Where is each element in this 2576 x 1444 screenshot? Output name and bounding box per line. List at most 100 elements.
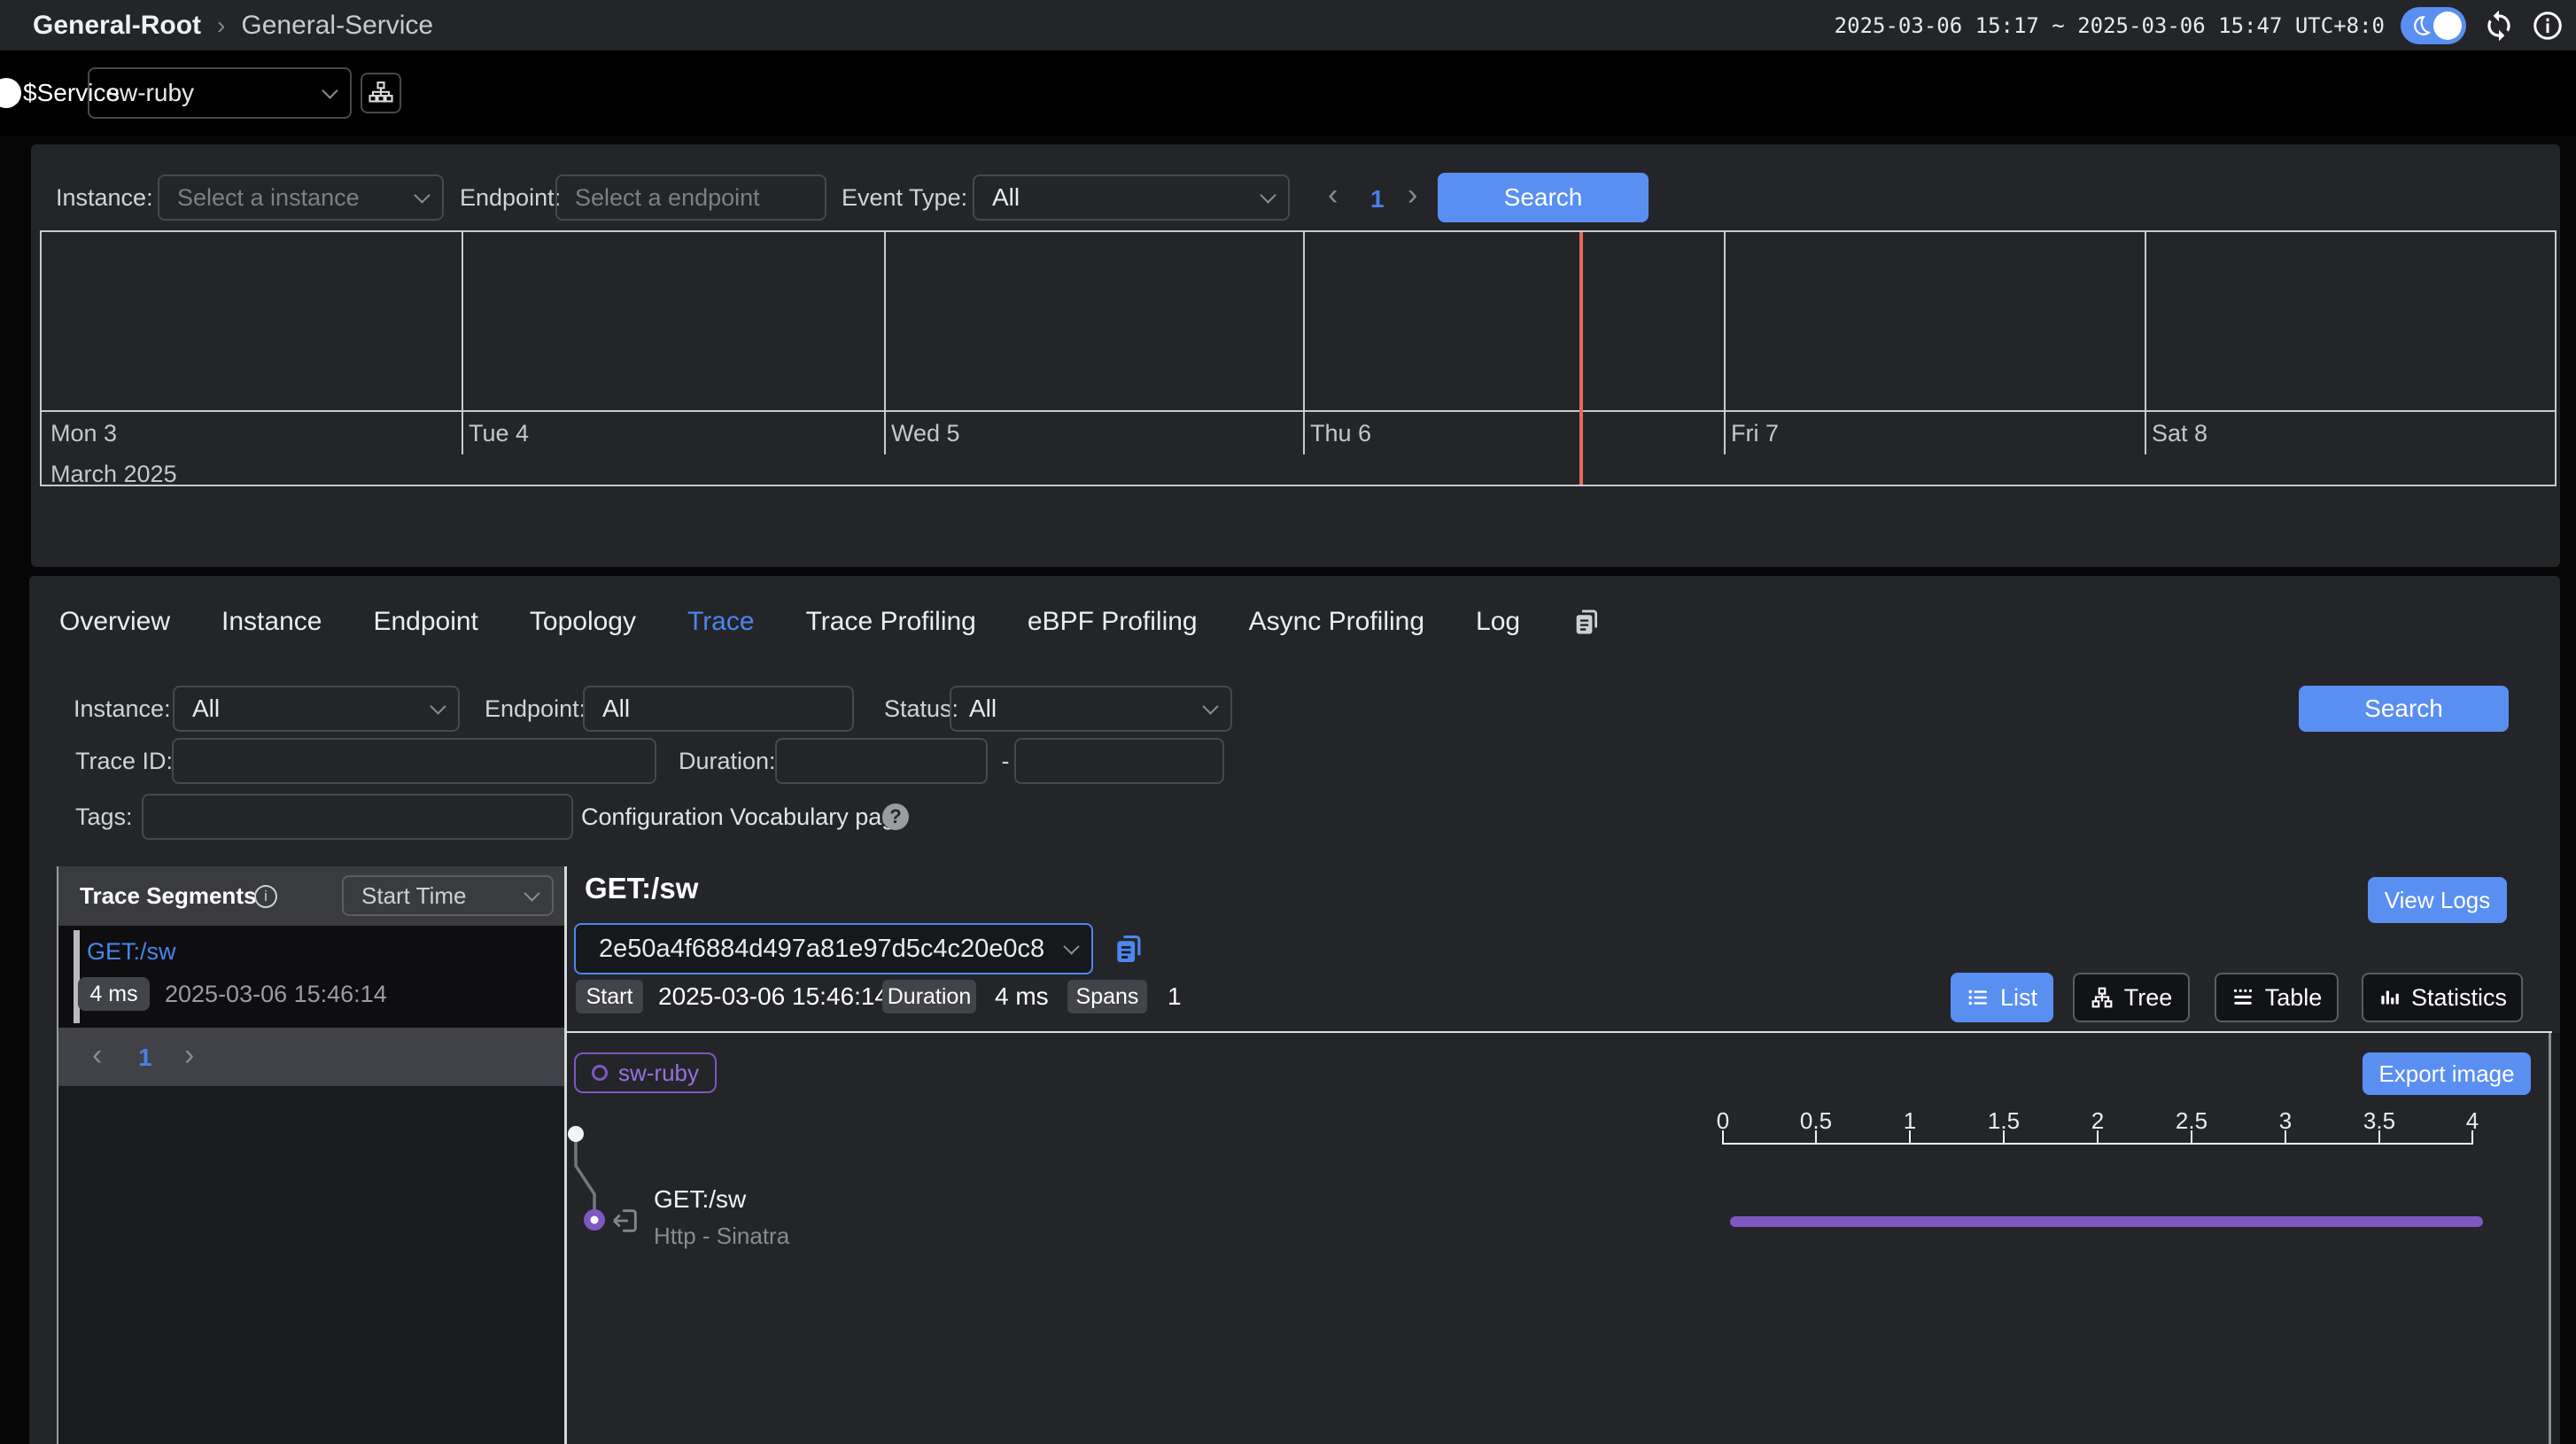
segments-prev-page-button[interactable]: ‹ — [92, 1040, 102, 1070]
question-icon[interactable]: ? — [882, 804, 909, 830]
legend-circle-icon — [592, 1065, 608, 1081]
trace-segments-header: Trace Segments i Start Time — [58, 866, 564, 926]
topology-button[interactable] — [361, 73, 401, 113]
segments-next-page-button[interactable]: › — [184, 1040, 194, 1070]
chevron-down-icon — [414, 187, 430, 203]
axis-tick-label: 0 — [1696, 1107, 1750, 1135]
filter-trace-id-input[interactable] — [172, 738, 656, 784]
event-type-label: Event Type: — [842, 175, 967, 221]
breadcrumb-current[interactable]: General-Service — [241, 11, 433, 41]
view-tree-button[interactable]: Tree — [2073, 973, 2190, 1022]
event-search-button[interactable]: Search — [1438, 173, 1649, 222]
duration-value: 4 ms — [995, 980, 1049, 1013]
trace-id-select[interactable]: 2e50a4f6884d497a81e97d5c4c20e0c8 — [574, 923, 1093, 974]
timeline-gridline — [1303, 232, 1305, 454]
tab-instance[interactable]: Instance — [221, 607, 322, 637]
legend-service-name: sw-ruby — [618, 1060, 699, 1087]
filter-status-select[interactable]: All — [950, 686, 1232, 732]
segments-empty-area — [58, 1086, 564, 1444]
tab-endpoint[interactable]: Endpoint — [373, 607, 477, 637]
current-time-marker — [1579, 232, 1583, 485]
view-list-label: List — [2000, 984, 2037, 1012]
time-range-picker[interactable]: 2025-03-06 15:17 ~ 2025-03-06 15:47 UTC+… — [1835, 13, 2385, 38]
tab-async-profiling[interactable]: Async Profiling — [1249, 607, 1424, 637]
breadcrumb-root[interactable]: General-Root — [33, 11, 201, 41]
tab-log[interactable]: Log — [1476, 607, 1520, 637]
timeline-day-label: Sat 8 — [2152, 420, 2207, 447]
event-instance-label: Instance: — [56, 175, 153, 221]
filter-duration-max-input[interactable] — [1014, 738, 1224, 784]
filter-instance-select[interactable]: All — [173, 686, 460, 732]
event-type-value: All — [992, 183, 1020, 212]
segment-name[interactable]: GET:/sw — [87, 938, 176, 966]
duration-badge: Duration — [882, 980, 976, 1013]
info-icon[interactable] — [2532, 10, 2564, 42]
tab-trace[interactable]: Trace — [687, 607, 755, 637]
event-instance-placeholder: Select a instance — [177, 184, 360, 212]
copy-trace-id-icon[interactable] — [1112, 932, 1145, 966]
dark-mode-toggle[interactable] — [2401, 7, 2466, 44]
service-select[interactable]: sw-ruby — [88, 67, 352, 119]
tab-ebpf-profiling[interactable]: eBPF Profiling — [1028, 607, 1198, 637]
filter-instance-label: Instance: — [74, 686, 171, 732]
span-duration-bar[interactable] — [1730, 1216, 2483, 1227]
view-table-label: Table — [2265, 984, 2323, 1012]
event-endpoint-field — [555, 175, 826, 221]
segment-start-time: 2025-03-06 15:46:14 — [165, 981, 387, 1008]
segments-page-number[interactable]: 1 — [138, 1044, 152, 1072]
filter-duration-label: Duration: — [679, 738, 776, 784]
span-name[interactable]: GET:/sw — [654, 1185, 746, 1214]
filter-trace-id-field — [172, 738, 656, 784]
filter-endpoint-input[interactable] — [583, 686, 854, 732]
chevron-down-icon — [524, 885, 539, 901]
event-instance-select[interactable]: Select a instance — [158, 175, 444, 221]
segments-pagination: ‹ 1 › — [58, 1028, 564, 1086]
axis-tick-label: 3 — [2259, 1107, 2312, 1135]
filter-status-label: Status: — [884, 686, 958, 732]
tab-trace-profiling[interactable]: Trace Profiling — [806, 607, 976, 637]
timeline-gridline — [2145, 232, 2146, 454]
filter-tags-input[interactable] — [142, 794, 573, 840]
event-endpoint-input[interactable] — [555, 175, 826, 221]
trace-title: GET:/sw — [585, 872, 698, 905]
view-table-button[interactable]: Table — [2215, 973, 2339, 1022]
trace-segment-item[interactable]: GET:/sw 4 ms 2025-03-06 15:46:14 — [58, 926, 564, 1028]
tree-icon — [2091, 986, 2114, 1009]
view-list-button[interactable]: List — [1951, 973, 2053, 1022]
filter-duration-min-input[interactable] — [775, 738, 988, 784]
toggle-knob — [2433, 12, 2462, 40]
chevron-down-icon — [430, 698, 446, 714]
segments-sort-select[interactable]: Start Time — [342, 875, 554, 916]
filter-tags-field — [142, 794, 573, 840]
timeline-day-label: Mon 3 — [50, 420, 117, 447]
timeline-gridline — [884, 232, 886, 454]
trace-segments-title: Trace Segments — [80, 866, 256, 926]
refresh-icon[interactable] — [2482, 9, 2516, 43]
copy-pages-icon[interactable] — [1571, 607, 1602, 637]
view-logs-button[interactable]: View Logs — [2368, 877, 2507, 923]
event-page-number[interactable]: 1 — [1370, 185, 1385, 213]
axis-tick-label: 2 — [2071, 1107, 2124, 1135]
view-statistics-button[interactable]: Statistics — [2362, 973, 2523, 1022]
timeline-gridline — [1724, 232, 1726, 454]
chevron-down-icon — [1063, 938, 1079, 954]
segments-info-icon[interactable]: i — [254, 885, 277, 908]
event-next-page-button[interactable]: › — [1408, 180, 1417, 210]
event-type-select[interactable]: All — [973, 175, 1290, 221]
export-image-button[interactable]: Export image — [2363, 1052, 2531, 1095]
event-prev-page-button[interactable]: ‹ — [1328, 180, 1338, 210]
filter-tags-label: Tags: — [75, 794, 133, 840]
service-legend-chip[interactable]: sw-ruby — [574, 1052, 717, 1093]
tab-overview[interactable]: Overview — [59, 607, 170, 637]
trace-search-button[interactable]: Search — [2299, 686, 2509, 732]
timeline-day-label: Wed 5 — [891, 420, 960, 447]
tab-topology[interactable]: Topology — [530, 607, 636, 637]
view-tree-label: Tree — [2124, 984, 2173, 1012]
event-timeline-chart[interactable]: Mon 3 Tue 4 Wed 5 Thu 6 Fri 7 Sat 8 Marc… — [40, 230, 2557, 486]
service-bar: $Service sw-ruby V — [0, 50, 2576, 136]
timeline-day-label: Fri 7 — [1731, 420, 1779, 447]
vocabulary-link[interactable]: Configuration Vocabulary page — [581, 794, 908, 840]
segment-accent-bar — [74, 930, 80, 1023]
axis-tick-label: 2.5 — [2165, 1107, 2218, 1135]
chevron-down-icon — [1202, 698, 1218, 714]
